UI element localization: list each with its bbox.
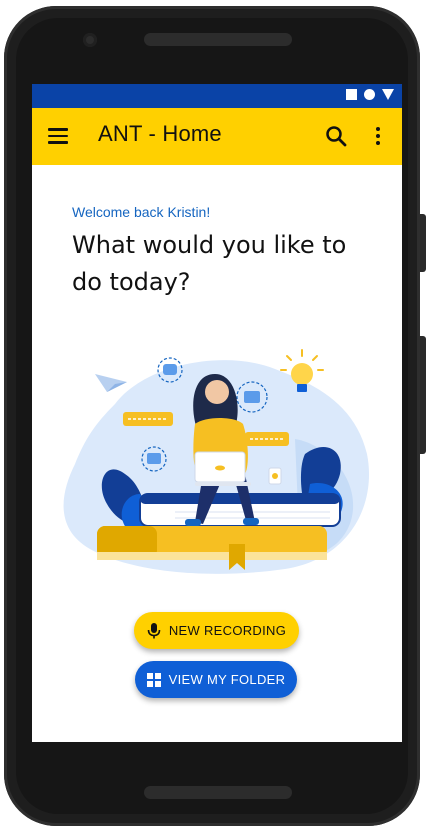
view-my-folder-button[interactable]: VIEW MY FOLDER	[135, 661, 297, 698]
illustration	[63, 349, 370, 574]
more-vert-icon[interactable]	[368, 122, 388, 150]
hamburger-menu-icon[interactable]	[48, 123, 74, 149]
view-my-folder-label: VIEW MY FOLDER	[168, 672, 286, 687]
search-icon[interactable]	[324, 124, 348, 148]
square-icon	[346, 89, 357, 100]
status-bar	[32, 84, 402, 108]
front-camera	[83, 33, 97, 47]
new-recording-button[interactable]: NEW RECORDING	[134, 612, 299, 649]
top-speaker	[144, 33, 292, 46]
new-recording-label: NEW RECORDING	[168, 623, 287, 638]
app-title: ANT - Home	[98, 121, 222, 146]
power-button	[420, 336, 426, 454]
grid-icon	[146, 672, 161, 687]
screen: ANT - Home Welcome back Kristin! What wo…	[32, 84, 402, 742]
circle-icon	[364, 89, 375, 100]
bottom-speaker	[144, 786, 292, 799]
volume-up-button	[420, 214, 426, 272]
app-bar: ANT - Home	[32, 108, 402, 165]
page-headline: What would you like to do today?	[72, 231, 347, 296]
welcome-text: Welcome back Kristin!	[72, 204, 211, 220]
microphone-icon	[147, 622, 161, 638]
triangle-icon	[382, 89, 394, 100]
